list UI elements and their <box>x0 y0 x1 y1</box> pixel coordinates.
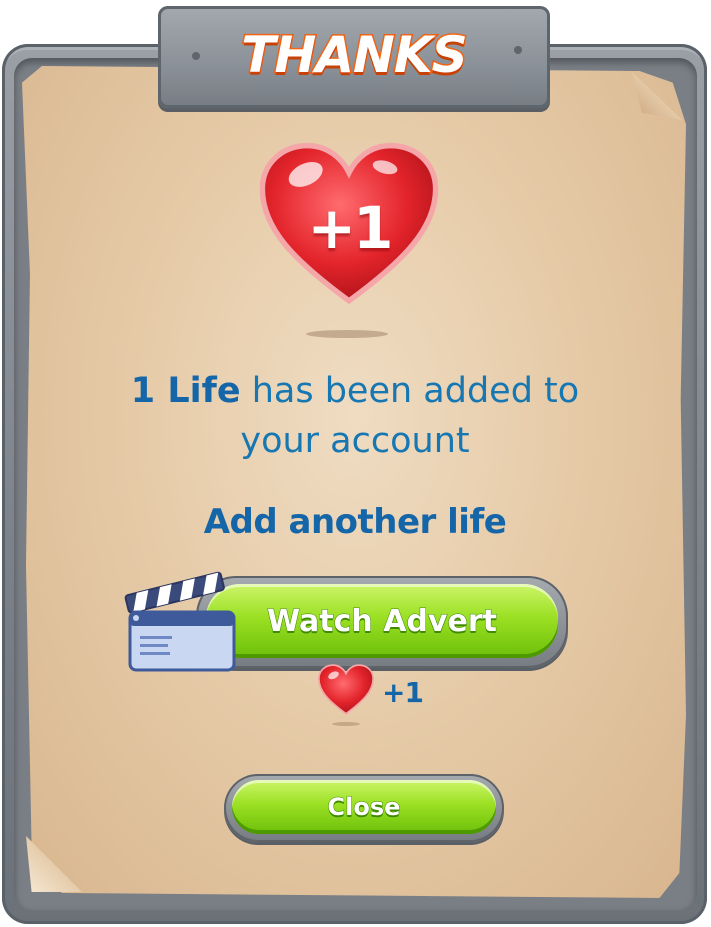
close-button[interactable]: Close <box>232 780 496 834</box>
watch-advert-button[interactable]: Watch Advert <box>206 584 558 658</box>
clapperboard-icon <box>124 571 236 672</box>
dialog-title: THANKS <box>240 25 469 86</box>
reward-badge: +1 <box>307 194 394 262</box>
confirmation-message: 1 Life has been added to your account <box>60 366 650 466</box>
add-life-heading: Add another life <box>203 502 507 542</box>
heart-shadow <box>332 722 360 726</box>
heart-icon <box>318 664 374 715</box>
heart-shadow <box>306 330 388 338</box>
message-line-1: 1 Life has been added to <box>60 366 650 416</box>
message-text: has been added to <box>240 371 580 411</box>
message-highlight: 1 Life <box>130 371 241 411</box>
watch-reward-label: +1 <box>382 675 424 709</box>
thanks-dialog-screen: THANKS +1 1 Life has been added to your … <box>0 0 711 927</box>
message-line-2: your account <box>240 421 470 461</box>
